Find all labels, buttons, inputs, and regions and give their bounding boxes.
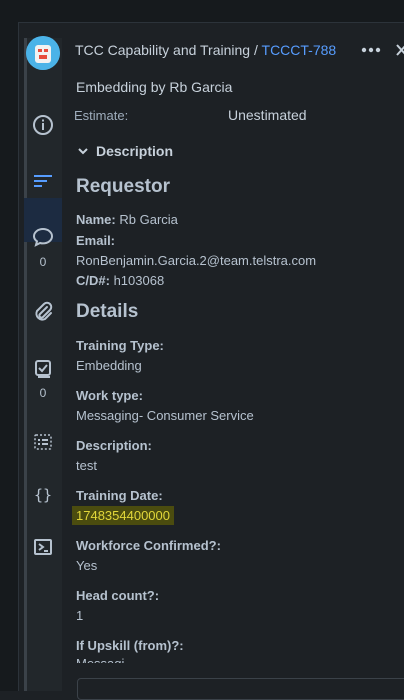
estimate-value[interactable]: Unestimated <box>228 107 307 123</box>
details-list-icon[interactable] <box>31 169 55 193</box>
field-label: Work type: <box>76 388 143 403</box>
field-label: Workforce Confirmed?: <box>76 538 221 553</box>
breadcrumb-project[interactable]: TCC Capability and Training <box>75 42 250 58</box>
cd-row: C/D#: h103068 <box>76 273 164 288</box>
breadcrumb-issue-key[interactable]: TCCCT-788 <box>262 42 337 58</box>
issue-summary[interactable]: Embedding by Rb Garcia <box>76 79 232 95</box>
info-icon[interactable] <box>31 113 55 137</box>
form-icon[interactable] <box>31 430 55 454</box>
cd-value: h103068 <box>113 273 165 288</box>
requestor-name-row: Name: Rb Garcia <box>76 212 178 227</box>
field-value-clipped: Messagi... <box>76 656 135 663</box>
field-value: Messaging- Consumer Service <box>76 408 254 423</box>
window-top-bar <box>0 0 404 23</box>
description-label: Description <box>96 143 174 159</box>
attachment-icon[interactable] <box>31 300 55 324</box>
comment-input[interactable] <box>77 678 404 700</box>
close-icon[interactable] <box>394 40 404 60</box>
checklist-count: 0 <box>39 386 47 400</box>
field-value: 1 <box>76 608 84 623</box>
code-braces-icon[interactable]: {} <box>31 483 55 507</box>
terminal-icon[interactable] <box>31 535 55 559</box>
name-label: Name: <box>76 212 116 227</box>
details-heading: Details <box>76 301 139 322</box>
estimate-label: Estimate: <box>74 108 129 123</box>
field-label: Head count?: <box>76 588 160 603</box>
field-label: Description: <box>76 438 152 453</box>
field-value: Embedding <box>76 358 142 373</box>
comments-icon[interactable] <box>31 225 55 249</box>
app-avatar-icon[interactable] <box>26 36 60 70</box>
field-label: If Upskill (from)?: <box>76 638 184 653</box>
field-value: test <box>76 458 97 473</box>
cd-label: C/D#: <box>76 273 110 288</box>
training-date-value: 1748354400000 <box>72 506 174 525</box>
email-value: RonBenjamin.Garcia.2@team.telstra.com <box>76 253 317 268</box>
email-label: Email: <box>76 233 116 248</box>
name-value: Rb Garcia <box>119 212 178 227</box>
field-label: Training Type: <box>76 338 164 353</box>
chevron-down-icon <box>76 144 90 158</box>
field-value: Yes <box>76 558 98 573</box>
field-label: Training Date: <box>76 488 163 503</box>
left-edge-panel <box>0 22 19 691</box>
requestor-heading: Requestor <box>76 176 170 197</box>
breadcrumb-separator: / <box>253 42 258 58</box>
description-toggle[interactable]: Description <box>76 143 173 159</box>
rail-scrollbar[interactable] <box>24 38 27 691</box>
more-options-icon[interactable] <box>360 40 382 60</box>
comments-count: 0 <box>39 255 47 269</box>
svg-text:{}: {} <box>34 486 52 504</box>
checklist-icon[interactable] <box>31 356 55 380</box>
breadcrumb: TCC Capability and Training / TCCCT-788 <box>75 42 336 58</box>
highlighted-date: 1748354400000 <box>72 506 174 525</box>
